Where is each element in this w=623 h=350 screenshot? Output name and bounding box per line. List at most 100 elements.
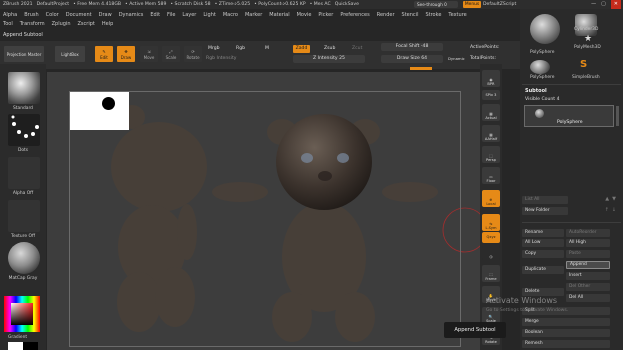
brush-thumbnail[interactable]	[8, 72, 40, 104]
actual-button[interactable]: ▦ Actual	[482, 104, 500, 121]
menu-macro[interactable]: Macro	[223, 12, 238, 18]
menu-texture[interactable]: Texture	[448, 12, 466, 18]
texture-thumbnail[interactable]	[8, 200, 40, 232]
rgb-button[interactable]: Rgb	[236, 46, 245, 51]
menu-zplugin[interactable]: Zplugin	[52, 21, 71, 27]
stroke-thumbnail[interactable]	[8, 114, 40, 146]
merge-button[interactable]: Merge	[522, 318, 610, 326]
delete-button[interactable]: Delete	[522, 288, 564, 296]
material-thumbnail[interactable]	[8, 242, 40, 274]
aahalf-button[interactable]: ▦ AAHalf	[482, 125, 500, 142]
new-folder-button[interactable]: New Folder	[522, 207, 568, 215]
quicksave-button[interactable]: QuickSave	[335, 2, 359, 7]
move-up-icon[interactable]: ↑	[605, 207, 609, 215]
local-button[interactable]: ⊕ Local	[482, 190, 500, 207]
menu-picker[interactable]: Picker	[318, 12, 333, 18]
zsub-button[interactable]: Zsub	[324, 46, 335, 51]
alpha-thumbnail[interactable]	[8, 157, 40, 189]
lightbox-button[interactable]: LightBox	[55, 46, 85, 62]
subtool-list-item[interactable]: PolySphere	[524, 105, 614, 127]
rename-button[interactable]: Rename	[522, 229, 564, 237]
boolean-button[interactable]: Boolean	[522, 329, 610, 337]
move-down-icon[interactable]: ↓	[612, 207, 616, 215]
xyz-toggles[interactable]: ⌬	[482, 246, 500, 260]
simplebrush-icon[interactable]: S	[580, 59, 587, 70]
down-arrow-icon[interactable]: ▼	[612, 196, 616, 204]
frame-button[interactable]: ⛶ Frame	[482, 265, 500, 282]
bpr-button[interactable]: ◉ BPR	[482, 70, 500, 87]
append-button[interactable]: Append	[566, 261, 610, 269]
minimize-button[interactable]: —	[591, 0, 596, 9]
m-button[interactable]: M	[265, 46, 269, 51]
up-arrow-icon[interactable]: ▲	[605, 196, 609, 204]
menus-button[interactable]: Menus	[463, 1, 481, 8]
duplicate-button[interactable]: Duplicate	[522, 266, 564, 274]
copy-button[interactable]: Copy	[522, 250, 564, 258]
z-intensity-slider[interactable]: Z Intensity 25	[293, 55, 365, 63]
saturation-square[interactable]	[11, 303, 33, 325]
menu-material[interactable]: Material	[269, 12, 289, 18]
edit-button[interactable]: ✎ Edit	[95, 46, 113, 62]
menu-render[interactable]: Render	[377, 12, 395, 18]
floor-button[interactable]: ▭ Floor	[482, 167, 500, 184]
menu-document[interactable]: Document	[66, 12, 92, 18]
menu-preferences[interactable]: Preferences	[340, 12, 369, 18]
menu-stroke[interactable]: Stroke	[425, 12, 441, 18]
zcut-button[interactable]: Zcut	[352, 46, 362, 51]
maximize-button[interactable]: ▢	[601, 0, 606, 9]
menu-edit[interactable]: Edit	[150, 12, 160, 18]
focal-shift-slider[interactable]: Focal Shift -48	[381, 43, 443, 51]
subtool-scrollbar[interactable]	[616, 106, 619, 126]
menu-help[interactable]: Help	[102, 21, 113, 27]
remesh-button[interactable]: Remesh	[522, 340, 610, 348]
menu-light[interactable]: Light	[203, 12, 215, 18]
scale-button[interactable]: ⤢ Scale	[162, 46, 180, 62]
menu-draw[interactable]: Draw	[99, 12, 112, 18]
mrgb-button[interactable]: Mrgb	[208, 46, 220, 51]
primary-color-swatch[interactable]	[8, 342, 23, 350]
spix-slider[interactable]: SPix 3	[482, 90, 500, 100]
all-high-button[interactable]: All High	[566, 239, 610, 247]
del-all-button[interactable]: Del All	[566, 294, 610, 302]
zadd-button[interactable]: Zadd	[293, 45, 310, 53]
color-picker[interactable]	[4, 296, 44, 332]
tool-thumb-cylinder[interactable]	[575, 14, 597, 36]
menu-alpha[interactable]: Alpha	[3, 12, 17, 18]
secondary-color-swatch[interactable]	[23, 342, 38, 350]
move-button[interactable]: ⇲ Move	[140, 46, 158, 62]
tool-thumb-polysphere-2[interactable]	[530, 60, 550, 74]
tool-thumb-polysphere[interactable]	[530, 14, 560, 44]
default-zscript-button[interactable]: DefaultZScript	[483, 0, 516, 9]
list-all-button[interactable]: List All	[522, 196, 568, 204]
dynamic-button[interactable]: Dynamic	[448, 56, 465, 61]
lsym-button[interactable]: ⇆ L.Sym	[482, 214, 500, 231]
color-swatches[interactable]	[8, 342, 38, 350]
menu-zscript[interactable]: Zscript	[77, 21, 94, 27]
menu-tool[interactable]: Tool	[3, 21, 13, 27]
star-icon[interactable]: ★	[584, 34, 592, 44]
paste-button[interactable]: Paste	[566, 250, 610, 258]
close-button[interactable]: ✕	[610, 0, 621, 9]
menu-brush[interactable]: Brush	[24, 12, 38, 18]
subtool-title[interactable]: Subtool	[525, 88, 547, 94]
menu-dynamics[interactable]: Dynamics	[119, 12, 144, 18]
menu-stencil[interactable]: Stencil	[402, 12, 419, 18]
menu-color[interactable]: Color	[46, 12, 59, 18]
menu-layer[interactable]: Layer	[182, 12, 196, 18]
projection-master-button[interactable]: Projection Master	[4, 46, 44, 62]
menu-marker[interactable]: Marker	[245, 12, 262, 18]
all-low-button[interactable]: All Low	[522, 239, 564, 247]
menu-movie[interactable]: Movie	[297, 12, 312, 18]
rotate-button[interactable]: ⟳ Rotate	[184, 46, 202, 62]
del-other-button[interactable]: Del Other	[566, 283, 610, 291]
autoreorder-button[interactable]: AutoReorder	[566, 229, 610, 237]
qxyz-button[interactable]: Qxyz	[482, 232, 500, 243]
insert-button[interactable]: Insert	[566, 272, 610, 280]
draw-button[interactable]: ✥ Draw	[117, 46, 135, 62]
visible-count-slider[interactable]: Visible Count 4	[525, 97, 560, 102]
persp-button[interactable]: ⬚ Persp	[482, 146, 500, 163]
menu-file[interactable]: File	[167, 12, 175, 18]
draw-size-slider[interactable]: Draw Size 64	[381, 55, 443, 63]
see-through-slider[interactable]: See-through 0	[414, 1, 458, 8]
menu-transform[interactable]: Transform	[20, 21, 45, 27]
